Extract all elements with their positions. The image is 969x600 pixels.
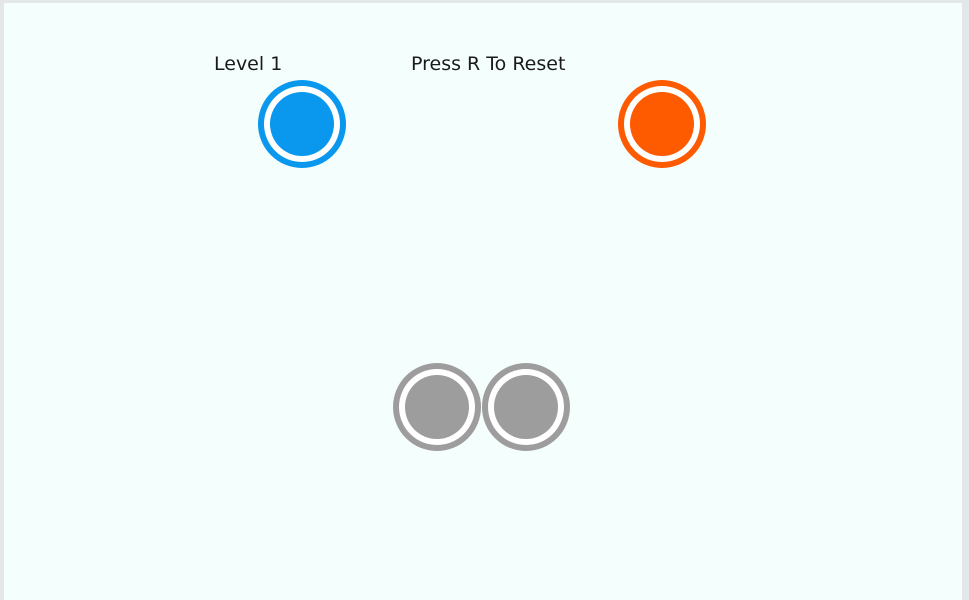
grey-orb-left[interactable] — [393, 363, 481, 451]
blue-player-orb[interactable] — [258, 80, 346, 168]
orb-core — [630, 92, 694, 156]
game-canvas[interactable]: Level 1 Press R To Reset — [4, 3, 962, 600]
orb-core — [270, 92, 334, 156]
orb-core — [405, 375, 469, 439]
reset-hint: Press R To Reset — [411, 53, 566, 75]
orange-player-orb[interactable] — [618, 80, 706, 168]
level-label: Level 1 — [214, 53, 283, 75]
game-window-frame: Level 1 Press R To Reset — [0, 0, 969, 600]
grey-orb-right[interactable] — [482, 363, 570, 451]
orb-core — [494, 375, 558, 439]
